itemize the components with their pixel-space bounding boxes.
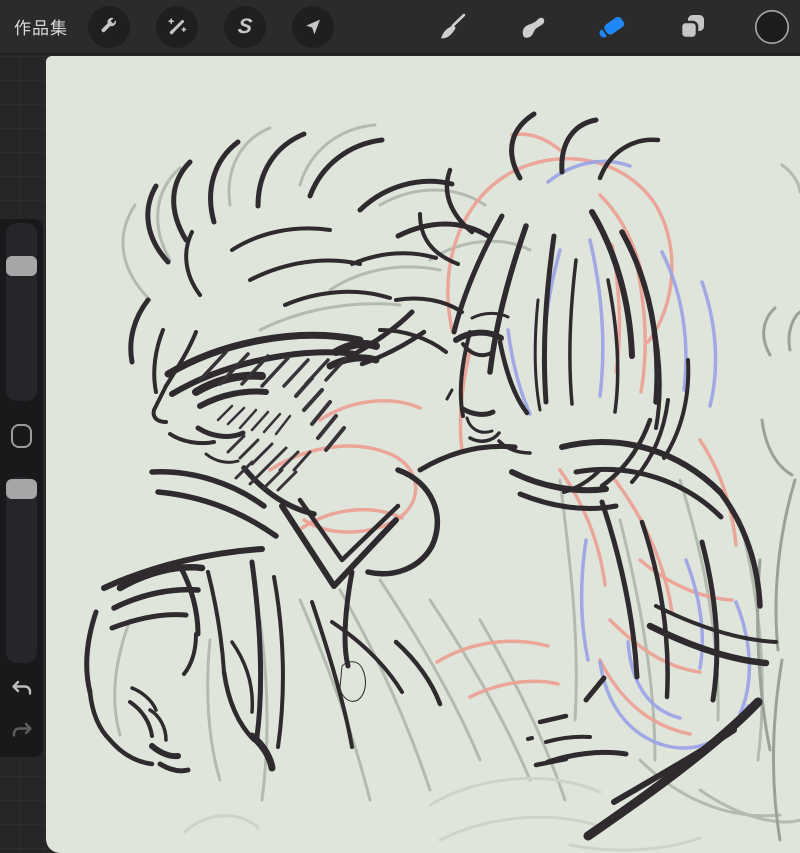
left-tool-group: S [88, 5, 334, 48]
brush-controls-sidebar [0, 219, 43, 757]
adjustments-button[interactable] [156, 5, 198, 48]
brush-size-handle[interactable] [6, 256, 37, 276]
sketch-background-figure [756, 306, 800, 842]
smudge-tool-button[interactable] [514, 9, 550, 45]
s-selection-icon: S [236, 14, 254, 38]
color-swatch-circle [754, 9, 790, 45]
eraser-icon [599, 16, 625, 38]
selection-button[interactable]: S [224, 5, 266, 48]
procreate-app: 作品集 S [0, 0, 800, 853]
brush-opacity-slider[interactable] [6, 477, 37, 663]
magic-wand-icon [168, 17, 187, 34]
undo-button[interactable] [9, 679, 35, 701]
redo-arrow-icon [12, 722, 32, 737]
wrench-icon [101, 17, 116, 32]
actions-button[interactable] [88, 5, 130, 48]
smudge-icon [522, 17, 545, 38]
layers-icon [679, 15, 704, 40]
top-toolbar: 作品集 S [0, 0, 800, 54]
artwork-sketch [84, 111, 800, 852]
layers-button[interactable] [674, 9, 710, 45]
brush-opacity-handle[interactable] [6, 479, 37, 499]
modify-button[interactable] [11, 424, 32, 448]
undo-arrow-icon [12, 680, 32, 695]
transform-arrow-icon [306, 19, 320, 34]
brush-tool-button[interactable] [434, 9, 470, 45]
gallery-button[interactable]: 作品集 [14, 14, 68, 39]
redo-button[interactable] [9, 721, 35, 743]
brush-size-slider[interactable] [6, 223, 37, 401]
right-tool-group [434, 0, 790, 54]
brush-icon [441, 13, 466, 39]
drawing-canvas[interactable] [46, 56, 800, 853]
eraser-tool-button[interactable] [594, 9, 630, 45]
color-swatch-button[interactable] [754, 9, 790, 45]
transform-button[interactable] [292, 5, 334, 48]
